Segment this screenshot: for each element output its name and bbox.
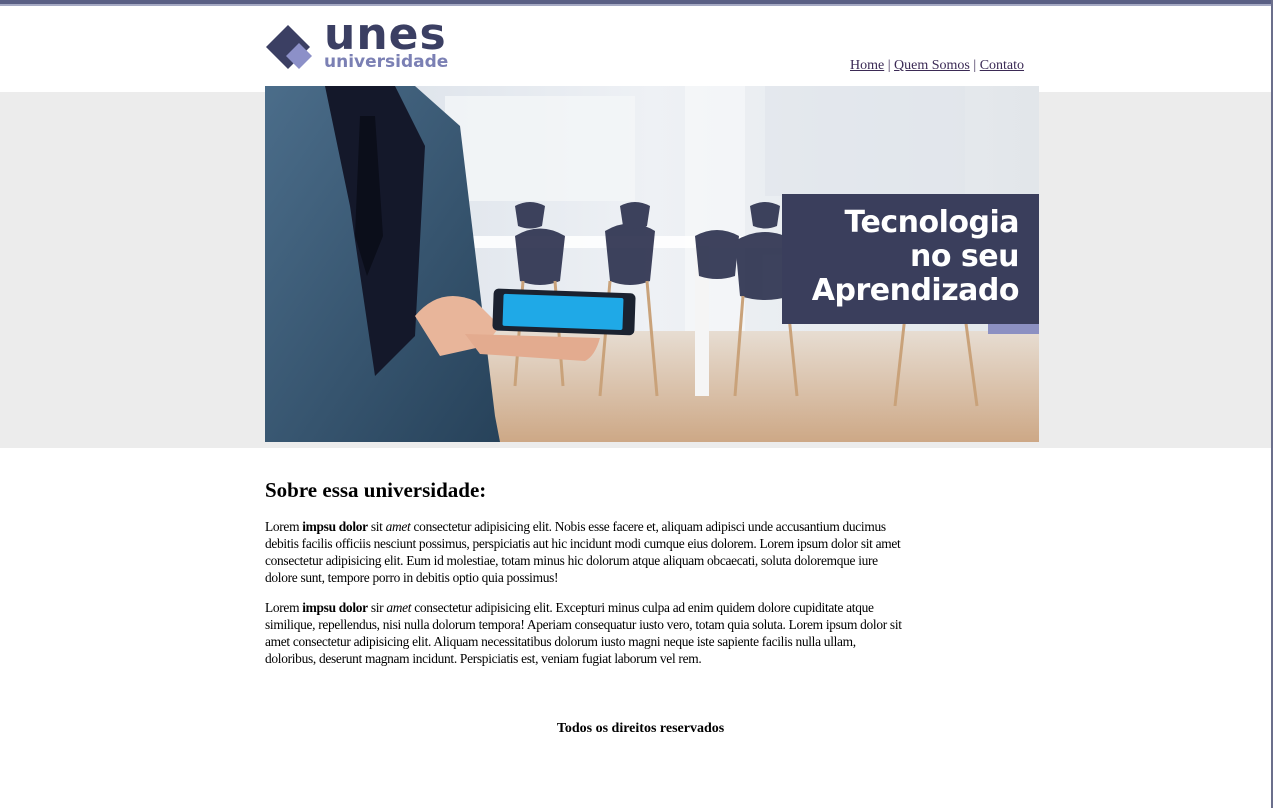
paragraph-text: Lorem: [265, 600, 303, 615]
banner-headline: Tecnologia no seu Aprendizado: [811, 205, 1020, 308]
site-header: unes universidade Home | Quem Somos | Co…: [0, 6, 1271, 92]
paragraph-italic-text: amet: [386, 600, 412, 615]
paragraph: Lorem impsu dolor sir amet consectetur a…: [265, 599, 905, 667]
paragraph-text: sit: [367, 519, 386, 534]
banner-headline-box: Tecnologia no seu Aprendizado: [782, 194, 1039, 324]
banner-headline-line: no seu: [910, 239, 1019, 274]
paragraph: Lorem impsu dolor sit amet consectetur a…: [265, 518, 905, 586]
banner-headline-line: Aprendizado: [811, 273, 1020, 308]
paragraph-text: Lorem: [265, 519, 303, 534]
nav-link-contato[interactable]: Contato: [980, 58, 1024, 73]
main-nav: Home | Quem Somos | Contato: [850, 58, 1024, 74]
logo-diamond-icon: [266, 25, 312, 69]
paragraph-bold-text: impsu dolor: [302, 600, 368, 615]
paragraph-italic-text: amet: [385, 519, 411, 534]
logo[interactable]: unes universidade: [266, 9, 456, 75]
logo-subtitle: universidade: [324, 52, 449, 72]
main-content: Sobre essa universidade: Lorem impsu dol…: [265, 478, 905, 680]
site-footer: Todos os direitos reservados: [556, 721, 725, 736]
paragraph-text: sir: [367, 600, 387, 615]
nav-separator: |: [887, 58, 891, 73]
nav-link-home[interactable]: Home: [850, 58, 884, 73]
hero-banner: Tecnologia no seu Aprendizado: [265, 86, 1039, 442]
banner-accent: [988, 324, 1039, 334]
section-title: Sobre essa universidade:: [265, 478, 487, 502]
nav-link-quem-somos[interactable]: Quem Somos: [894, 58, 970, 73]
banner-headline-line: Tecnologia: [844, 205, 1020, 240]
nav-separator: |: [973, 58, 977, 73]
paragraph-bold-text: impsu dolor: [302, 519, 368, 534]
